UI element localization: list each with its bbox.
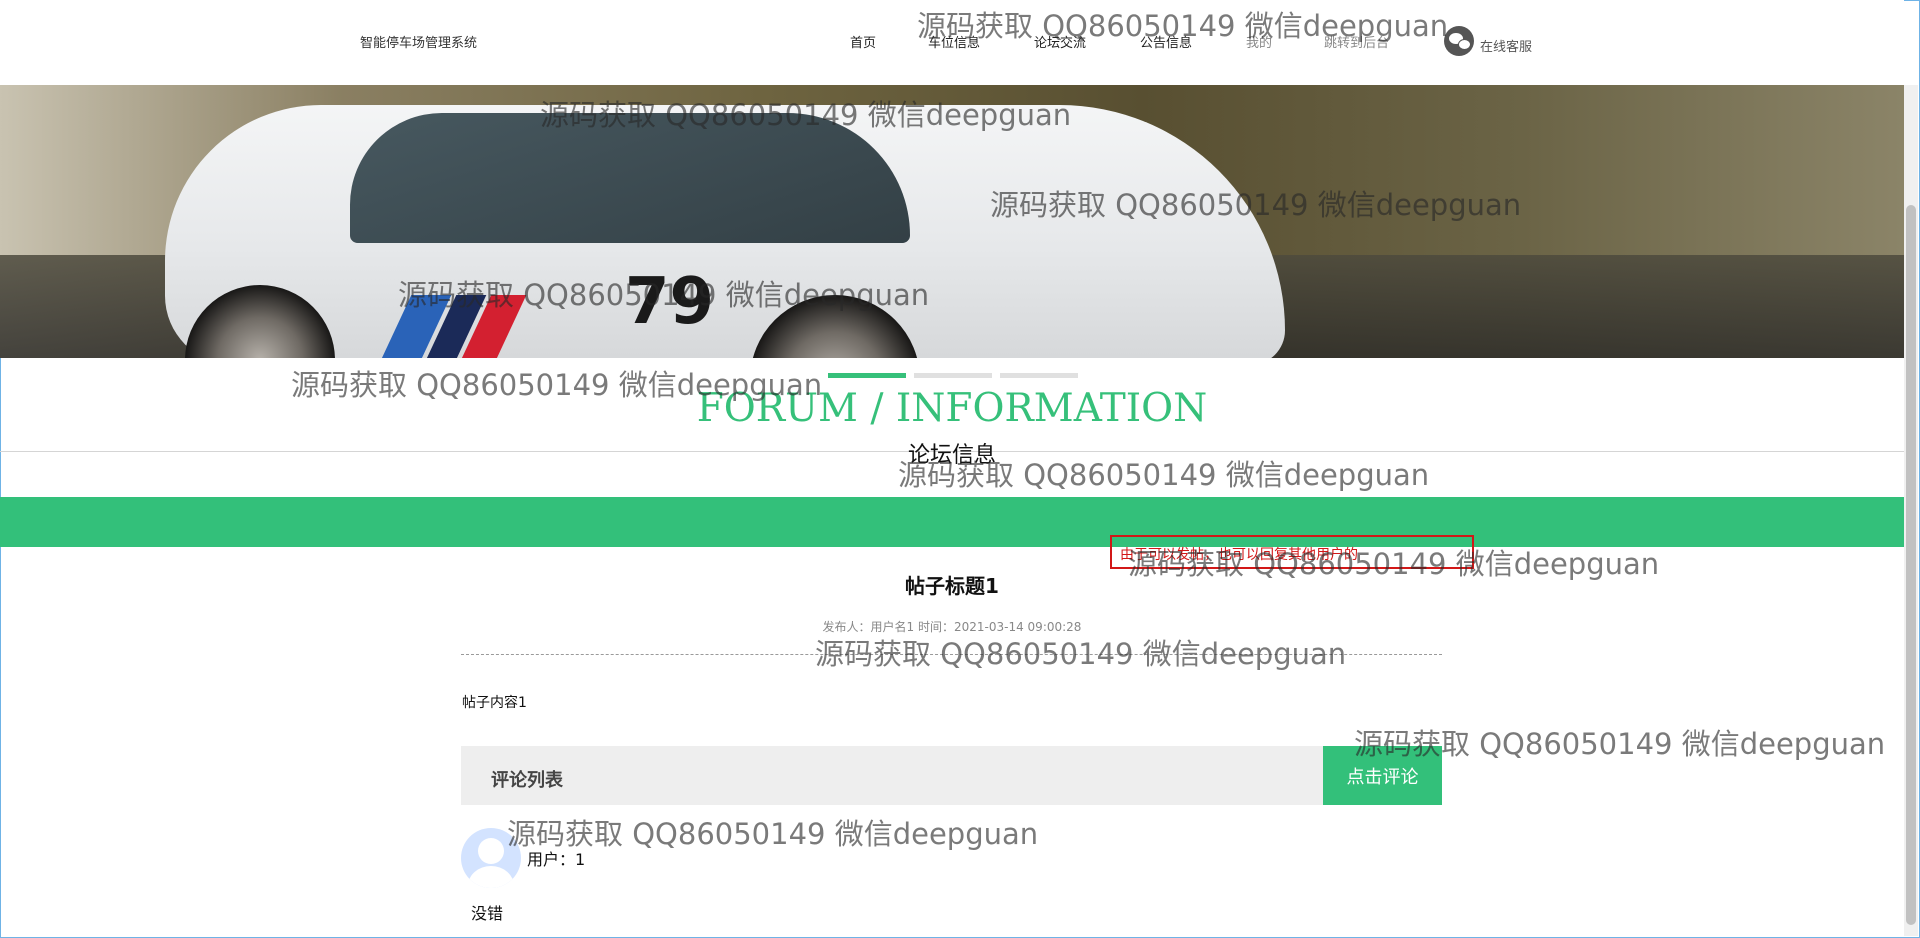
car-number-decal: 79 xyxy=(625,265,715,339)
scrollbar-thumb[interactable] xyxy=(1906,205,1916,925)
slider-dot[interactable] xyxy=(914,373,992,378)
comments-title: 评论列表 xyxy=(491,770,563,791)
nav-my-account[interactable]: 我的 xyxy=(1246,32,1272,51)
race-car-window xyxy=(350,113,910,243)
watermark: 源码获取 QQ86050149 微信deepguan xyxy=(815,637,1347,671)
slider-indicators xyxy=(828,373,1078,378)
nav-forum[interactable]: 论坛交流 xyxy=(1034,32,1086,51)
post-divider xyxy=(461,654,1442,655)
online-service-link[interactable]: 在线客服 xyxy=(1444,26,1532,56)
comments-header: 评论列表 点击评论 xyxy=(461,746,1442,805)
wechat-icon xyxy=(1444,26,1474,56)
comment-user: 用户：1 xyxy=(527,850,586,869)
avatar xyxy=(461,828,521,888)
page-scrollbar[interactable] xyxy=(1904,85,1918,936)
comment-text: 没错 xyxy=(471,904,504,923)
online-service-label: 在线客服 xyxy=(1480,39,1533,55)
slider-dot[interactable] xyxy=(1000,373,1078,378)
top-navbar: 智能停车场管理系统 首页 车位信息 论坛交流 公告信息 我的 跳转到后台 在线客… xyxy=(0,0,1904,85)
post-meta: 发布人：用户名1 时间：2021-03-14 09:00:28 xyxy=(822,620,1082,634)
nav-parking-spaces[interactable]: 车位信息 xyxy=(928,32,980,51)
nav-announcements[interactable]: 公告信息 xyxy=(1140,32,1192,51)
section-title-chinese: 论坛信息 xyxy=(907,443,996,468)
section-title-english: FORUM / INFORMATION xyxy=(696,386,1208,431)
highlight-notice: 由于可以发帖，也可以回复其他用户的 xyxy=(1110,535,1474,569)
section-green-bar xyxy=(0,497,1904,547)
post-title: 帖子标题1 xyxy=(905,574,999,598)
nav-admin-backend[interactable]: 跳转到后台 xyxy=(1324,32,1389,51)
nav-home[interactable]: 首页 xyxy=(850,32,876,51)
post-content: 帖子内容1 xyxy=(462,695,527,711)
slider-dot[interactable] xyxy=(828,373,906,378)
site-brand[interactable]: 智能停车场管理系统 xyxy=(360,32,477,51)
hero-banner xyxy=(0,85,1904,358)
add-comment-button[interactable]: 点击评论 xyxy=(1323,746,1442,805)
watermark: 源码获取 QQ86050149 微信deepguan xyxy=(507,817,1039,851)
